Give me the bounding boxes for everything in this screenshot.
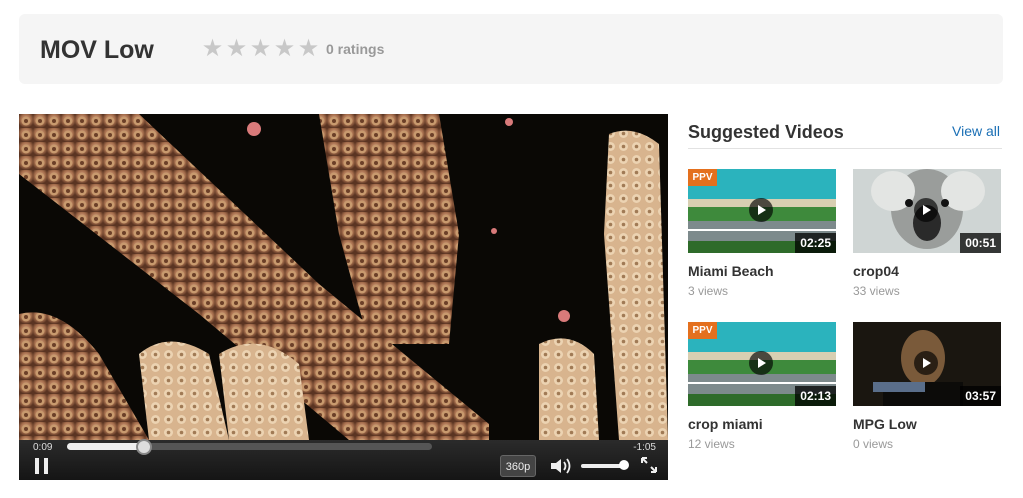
current-time: 0:09 <box>33 442 53 453</box>
progress-fill <box>67 443 144 450</box>
video-thumbnail[interactable]: 00:51 <box>853 169 1001 253</box>
view-count: 3 views <box>688 284 729 298</box>
view-count: 0 views <box>853 437 894 451</box>
ppv-badge: PPV <box>688 322 717 339</box>
view-all-link[interactable]: View all <box>952 123 1000 139</box>
video-title-link[interactable]: crop miami <box>688 416 763 432</box>
video-header: MOV Low ★ ★ ★ ★ ★ 0 ratings <box>19 14 1003 84</box>
duration-badge: 02:13 <box>795 386 836 406</box>
video-thumbnail[interactable]: 03:57 <box>853 322 1001 406</box>
quality-button[interactable]: 360p <box>500 455 536 477</box>
video-title-link[interactable]: MPG Low <box>853 416 917 432</box>
player-controls: 0:09 -1:05 360p <box>19 439 668 480</box>
remaining-time: -1:05 <box>633 442 656 453</box>
video-title-link[interactable]: Miami Beach <box>688 263 774 279</box>
duration-badge: 03:57 <box>960 386 1001 406</box>
star-icon[interactable]: ★ <box>297 36 320 62</box>
star-icon[interactable]: ★ <box>201 36 224 62</box>
ppv-badge: PPV <box>688 169 717 186</box>
volume-handle[interactable] <box>619 460 629 470</box>
star-icon[interactable]: ★ <box>225 36 248 62</box>
star-icon[interactable]: ★ <box>249 36 272 62</box>
pause-icon[interactable] <box>35 458 49 474</box>
view-count: 12 views <box>688 437 735 451</box>
play-icon[interactable] <box>914 198 938 222</box>
view-count: 33 views <box>853 284 900 298</box>
fullscreen-icon[interactable] <box>641 457 657 473</box>
video-thumbnail[interactable]: PPV 02:13 <box>688 322 836 406</box>
progress-handle[interactable] <box>135 439 152 455</box>
rating-count: 0 ratings <box>326 41 385 57</box>
video-title-link[interactable]: crop04 <box>853 263 899 279</box>
duration-badge: 02:25 <box>795 233 836 253</box>
volume-icon[interactable] <box>549 457 573 475</box>
divider <box>688 148 1002 149</box>
play-icon[interactable] <box>914 351 938 375</box>
play-icon[interactable] <box>749 351 773 375</box>
star-rating[interactable]: ★ ★ ★ ★ ★ <box>201 36 320 62</box>
progress-bar[interactable] <box>67 439 432 455</box>
play-icon[interactable] <box>749 198 773 222</box>
video-title: MOV Low <box>40 36 154 64</box>
video-player[interactable]: 0:09 -1:05 360p <box>19 114 668 480</box>
star-icon[interactable]: ★ <box>273 36 296 62</box>
suggested-videos-heading: Suggested Videos <box>688 122 844 142</box>
video-thumbnail[interactable]: PPV 02:25 <box>688 169 836 253</box>
video-frame[interactable] <box>19 114 668 440</box>
duration-badge: 00:51 <box>960 233 1001 253</box>
